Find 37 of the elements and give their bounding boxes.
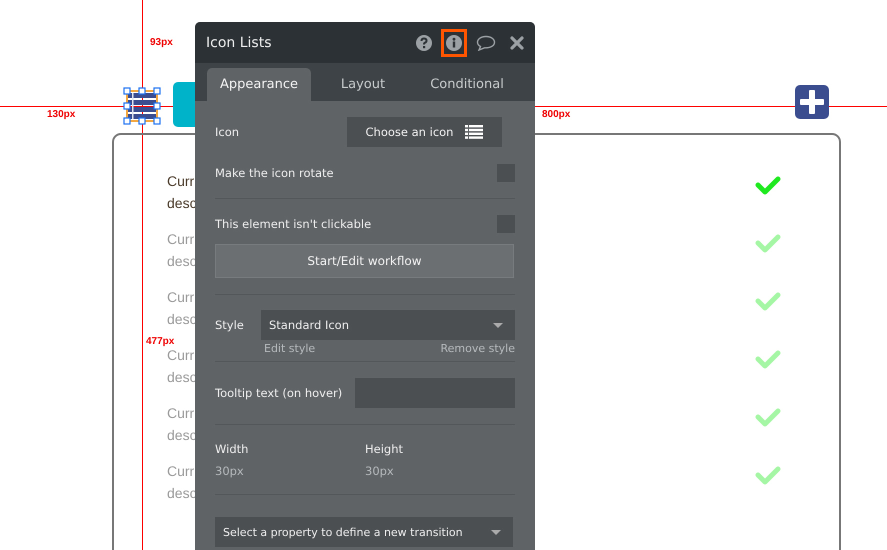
close-icon bbox=[510, 36, 524, 50]
list-icon bbox=[465, 125, 484, 139]
caret-icon bbox=[491, 530, 501, 535]
distance-label: 93px bbox=[150, 37, 173, 48]
field-label: This element isn't clickable bbox=[215, 217, 372, 231]
info-icon bbox=[446, 34, 462, 50]
list-item-text: Curr desc bbox=[167, 172, 197, 213]
field-label: Style bbox=[215, 318, 244, 332]
plus-icon[interactable] bbox=[795, 85, 829, 119]
transition-dropdown[interactable]: Select a property to define a new transition bbox=[215, 517, 513, 547]
workflow-button[interactable]: Start/Edit workflow bbox=[215, 244, 514, 278]
header-icon-button[interactable] bbox=[441, 28, 467, 56]
style-dropdown[interactable]: Standard Icon bbox=[261, 310, 515, 340]
panel-tab[interactable]: Appearance bbox=[207, 68, 311, 101]
list-item-text: Curr desc bbox=[167, 404, 197, 445]
list-item-text: Curr desc bbox=[167, 288, 197, 329]
selected-list-icon[interactable] bbox=[123, 87, 161, 125]
list-item-text: Curr desc bbox=[167, 230, 197, 271]
field-value: 30px bbox=[365, 464, 395, 478]
field-label: Make the icon rotate bbox=[215, 166, 334, 180]
panel-tab[interactable]: Conditional bbox=[415, 68, 519, 101]
field-label: Tooltip text (on hover) bbox=[215, 386, 342, 400]
list-item-text: Curr desc bbox=[167, 462, 197, 503]
help-icon bbox=[416, 34, 432, 50]
field-label: Width bbox=[215, 442, 250, 456]
field-value: 30px bbox=[215, 464, 245, 478]
caret-icon bbox=[493, 323, 503, 328]
comment-icon bbox=[476, 34, 496, 50]
field-label: Height bbox=[365, 442, 404, 456]
distance-label: 477px bbox=[146, 336, 174, 347]
panel-tab[interactable]: Layout bbox=[311, 68, 415, 101]
choose-icon-button[interactable]: Choose an icon bbox=[347, 117, 502, 147]
list-item-text: Curr desc bbox=[167, 346, 197, 387]
distance-label: 130px bbox=[47, 109, 76, 120]
panel-title: Icon Lists bbox=[206, 34, 272, 50]
field-label: Icon bbox=[215, 125, 240, 139]
distance-label: 800px bbox=[542, 109, 570, 120]
